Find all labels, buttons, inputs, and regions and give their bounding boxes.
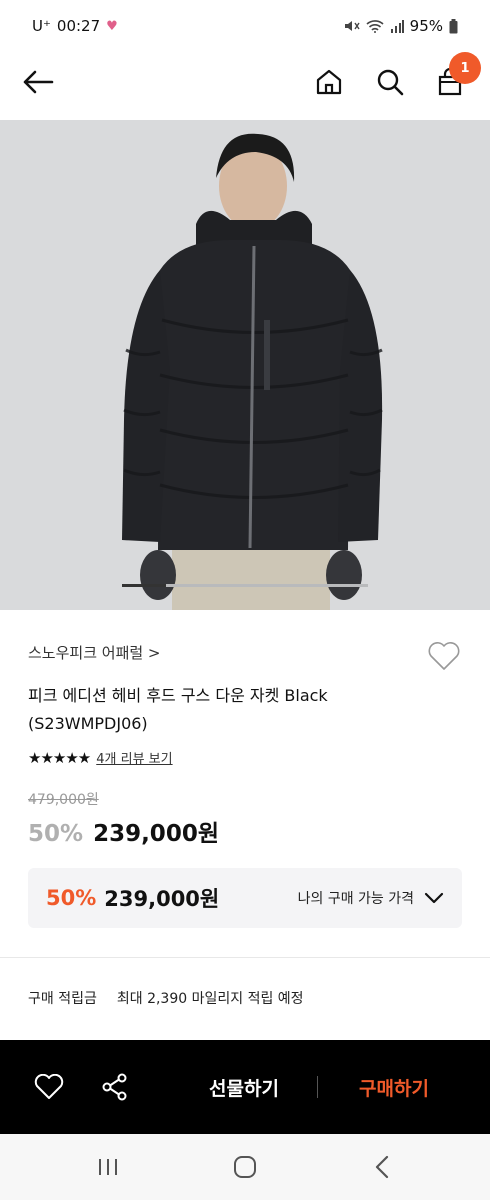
- carrier-label: U⁺: [32, 17, 51, 35]
- recent-apps-button[interactable]: [88, 1150, 128, 1184]
- chevron-left-icon: [375, 1155, 389, 1179]
- signal-icon: [390, 19, 404, 33]
- battery-icon: [449, 18, 458, 34]
- share-icon: [102, 1073, 127, 1101]
- status-right: 95%: [344, 17, 458, 35]
- original-price: 479,000원: [28, 792, 99, 808]
- cart-count-badge: 1: [449, 52, 481, 84]
- share-button[interactable]: [96, 1068, 134, 1106]
- chevron-down-icon: [424, 892, 444, 904]
- brand-link[interactable]: 스노우피크 어패럴 >: [28, 642, 161, 663]
- gift-button[interactable]: 선물하기: [186, 1070, 302, 1104]
- home-icon: [316, 69, 342, 95]
- button-separator: [317, 1076, 318, 1098]
- rating-row: ★★★★★ 4개 리뷰 보기: [28, 748, 173, 768]
- rating-stars: ★★★★★: [28, 748, 91, 767]
- product-photo: [0, 120, 490, 610]
- battery-label: 95%: [409, 17, 443, 35]
- mute-icon: [344, 19, 360, 33]
- wishlist-button[interactable]: [424, 636, 464, 676]
- time-label: 00:27: [56, 17, 101, 35]
- status-bar: U⁺ 00:27 ♥ 95%: [0, 0, 490, 52]
- my-discount-percent: 50%: [46, 886, 97, 910]
- arrow-left-icon: [23, 70, 54, 94]
- heart-icon: [428, 642, 460, 670]
- product-image[interactable]: [0, 120, 490, 610]
- image-slider-thumb[interactable]: [122, 584, 166, 587]
- section-divider: [0, 957, 490, 958]
- buy-button[interactable]: 구매하기: [336, 1070, 452, 1104]
- my-price: 239,000원: [104, 887, 220, 911]
- my-price-label: 나의 구매 가능 가격: [297, 891, 414, 907]
- sale-price: 239,000원: [93, 821, 219, 847]
- home-circle-icon: [234, 1156, 256, 1178]
- search-button[interactable]: [370, 62, 410, 102]
- bottom-wishlist-button[interactable]: [30, 1068, 68, 1106]
- my-price-box[interactable]: 50% 239,000원 나의 구매 가능 가격: [28, 868, 462, 928]
- search-icon: [377, 69, 404, 96]
- heart-notification-icon: ♥: [106, 18, 118, 34]
- wifi-icon: [366, 19, 384, 33]
- system-back-button[interactable]: [362, 1150, 402, 1184]
- system-nav-bar: [0, 1134, 490, 1200]
- status-left: U⁺ 00:27 ♥: [32, 17, 118, 35]
- home-button[interactable]: [309, 62, 349, 102]
- system-home-button[interactable]: [225, 1150, 265, 1184]
- review-link[interactable]: 4개 리뷰 보기: [96, 748, 172, 767]
- app-header: 1: [0, 52, 490, 118]
- back-button[interactable]: [18, 64, 58, 100]
- points-row: 구매 적립금 최대 2,390 마일리지 적립 예정: [28, 988, 304, 1008]
- discount-percent: 50%: [28, 821, 84, 847]
- product-title: 피크 에디션 헤비 후드 구스 다운 자켓 Black (S23WMPDJ06): [28, 686, 328, 733]
- bottom-purchase-bar: 선물하기 구매하기: [0, 1040, 490, 1134]
- recent-apps-icon: [99, 1159, 117, 1175]
- points-value: 최대 2,390 마일리지 적립 예정: [116, 991, 304, 1007]
- sale-price-row: 50% 239,000원: [28, 814, 219, 848]
- heart-icon: [34, 1074, 64, 1099]
- points-label: 구매 적립금: [28, 991, 97, 1007]
